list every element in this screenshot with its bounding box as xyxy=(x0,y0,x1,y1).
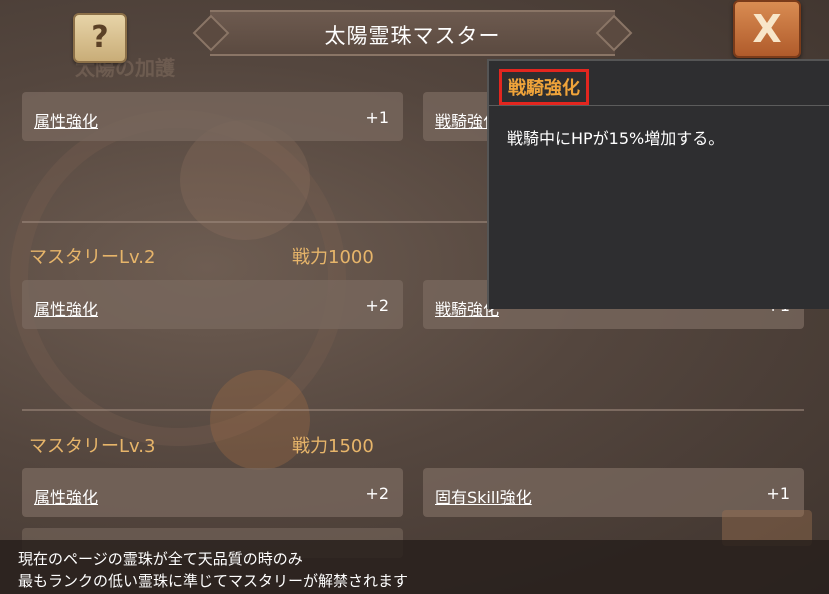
mastery-power-label: 戦力1000 xyxy=(292,247,374,268)
tooltip-title: 戦騎強化 xyxy=(499,69,589,105)
footer-line-1: 現在のページの霊珠が全て天品質の時のみ xyxy=(18,550,303,568)
title-bar: 太陽霊珠マスター xyxy=(192,10,633,56)
bonus-value: +2 xyxy=(365,296,389,315)
bonus-name-link[interactable]: 属性強化 xyxy=(34,296,98,320)
bonus-name-link[interactable]: 属性強化 xyxy=(34,108,98,132)
page-title: 太陽霊珠マスター xyxy=(324,24,501,48)
bonus-name-link[interactable]: 固有Skill強化 xyxy=(435,484,532,508)
section-divider xyxy=(22,409,804,411)
mastery-level-label: マスタリーLv.3 xyxy=(29,436,156,457)
skill-tooltip: 戦騎強化 戦騎中にHPが15%増加する。 xyxy=(487,59,829,309)
footer-line-2: 最もランクの低い霊珠に準じてマスタリーが解禁されます xyxy=(18,572,409,590)
bonus-name-link[interactable]: 属性強化 xyxy=(34,484,98,508)
mastery-level-label: マスタリーLv.2 xyxy=(29,247,156,268)
help-button[interactable]: ? xyxy=(73,13,127,63)
close-button[interactable]: X xyxy=(733,0,801,58)
footer-notice: 現在のページの霊珠が全て天品質の時のみ 最もランクの低い霊珠に準じてマスタリーが… xyxy=(0,540,829,594)
bonus-value: +2 xyxy=(365,484,389,503)
bonus-row: 属性強化 +2 xyxy=(22,468,403,517)
bonus-row: 属性強化 +2 xyxy=(22,280,403,329)
bonus-row: 属性強化 +1 xyxy=(22,92,403,141)
tooltip-description: 戦騎中にHPが15%増加する。 xyxy=(507,129,725,148)
bonus-value: +1 xyxy=(365,108,389,127)
mastery-power-label: 戦力1500 xyxy=(292,436,374,457)
tooltip-divider xyxy=(489,105,829,106)
bonus-value: +1 xyxy=(766,484,790,503)
